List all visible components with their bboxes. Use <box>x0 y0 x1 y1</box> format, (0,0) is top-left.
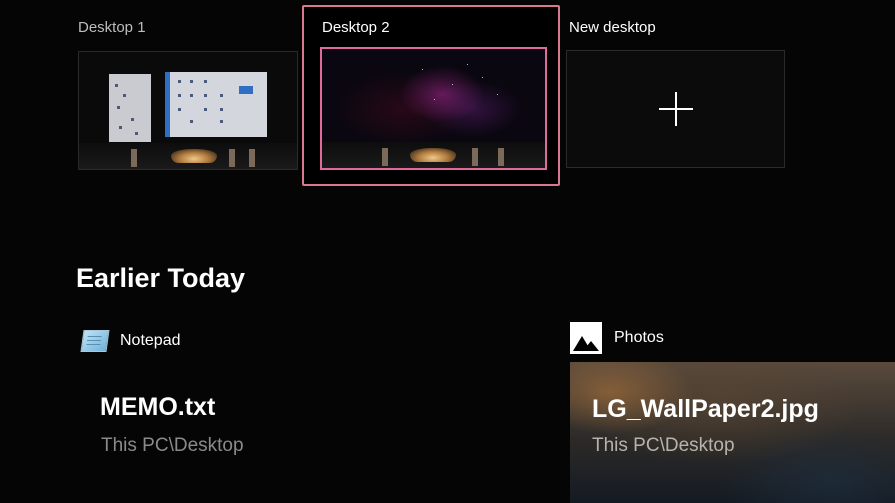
desktop-2-thumbnail[interactable] <box>320 47 547 170</box>
section-title: Earlier Today <box>76 263 246 293</box>
task-view: Desktop 1 Desktop 2 New desktop Earlier … <box>0 0 895 503</box>
file-path: This PC\Desktop <box>101 435 244 456</box>
desktop-1-label: Desktop 1 <box>78 19 146 36</box>
plus-icon <box>658 92 693 126</box>
photos-icon <box>570 322 602 354</box>
wallpaper-strip <box>79 143 297 169</box>
file-name: MEMO.txt <box>100 393 216 421</box>
mini-window <box>165 72 267 137</box>
new-desktop-button[interactable] <box>566 50 785 168</box>
notepad-icon <box>80 330 110 352</box>
activity-card-wallpaper[interactable]: LG_WallPaper2.jpg This PC\Desktop <box>570 362 895 503</box>
photos-app-header: Photos <box>570 322 664 354</box>
mini-window <box>109 74 151 142</box>
wallpaper-strip <box>322 142 545 168</box>
app-name: Notepad <box>120 332 181 349</box>
desktop-2-label: Desktop 2 <box>322 19 390 36</box>
new-desktop-label: New desktop <box>569 19 656 36</box>
activity-card-memo[interactable]: MEMO.txt This PC\Desktop <box>78 362 533 503</box>
app-name: Photos <box>614 329 664 346</box>
file-path: This PC\Desktop <box>592 435 735 456</box>
notepad-app-header: Notepad <box>80 330 181 352</box>
file-name: LG_WallPaper2.jpg <box>592 395 819 423</box>
desktop-1-thumbnail[interactable] <box>78 51 298 170</box>
